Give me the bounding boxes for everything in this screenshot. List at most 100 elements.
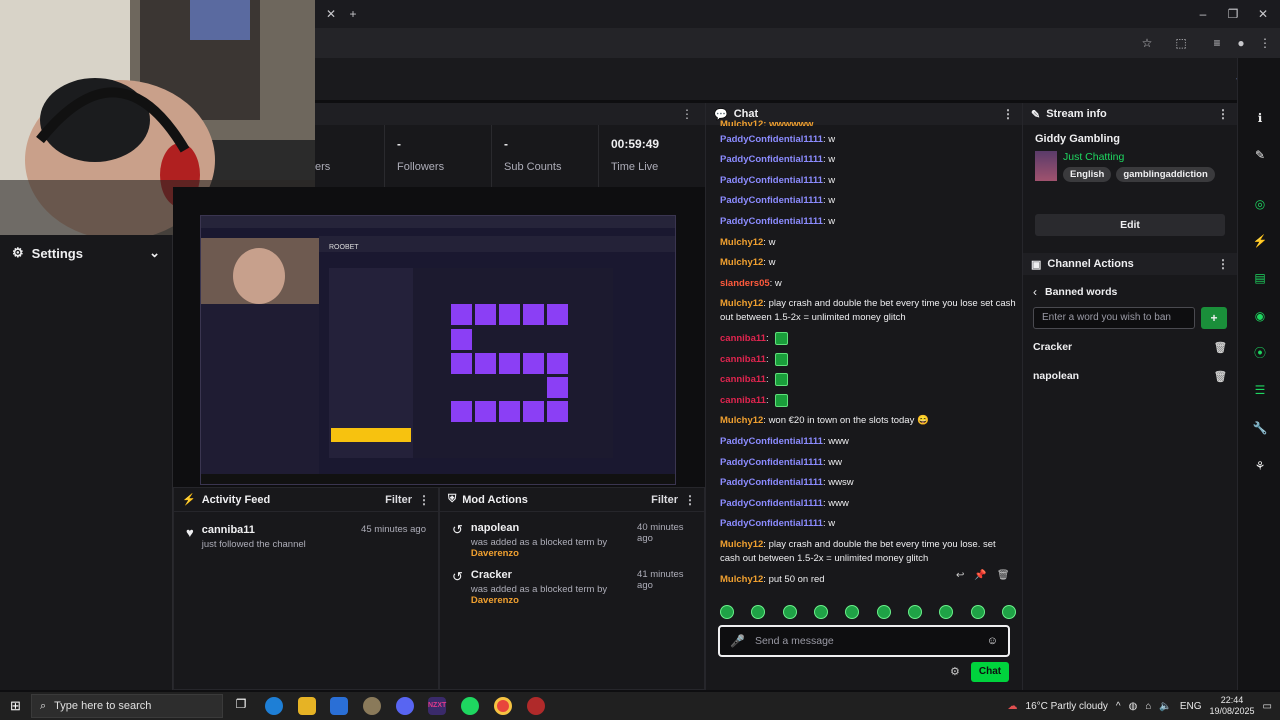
- chat-username[interactable]: canniba11: [720, 333, 766, 344]
- tag[interactable]: gamblingaddiction: [1116, 167, 1215, 182]
- stats-menu-icon[interactable]: ⋮: [681, 107, 693, 121]
- taskbar-search[interactable]: ⌕ Type here to search: [31, 694, 223, 718]
- add-word-button[interactable]: +: [1201, 307, 1227, 329]
- profile-icon[interactable]: ●: [1233, 35, 1249, 51]
- file-explorer-icon[interactable]: [298, 697, 316, 715]
- emote-shortcut-icon[interactable]: [782, 605, 797, 619]
- microphone-icon[interactable]: 🎤: [730, 634, 745, 648]
- network-icon[interactable]: ⌂: [1145, 701, 1151, 712]
- emote-shortcut-icon[interactable]: [907, 605, 922, 619]
- emote-shortcut-icon[interactable]: [845, 605, 860, 619]
- undo-icon[interactable]: ↺: [452, 522, 463, 559]
- pencil-rail-icon[interactable]: ✎: [1252, 147, 1268, 163]
- nzxt-icon[interactable]: NZXT: [428, 697, 446, 715]
- activity-user[interactable]: canniba11: [202, 524, 306, 536]
- chat-username[interactable]: PaddyConfidential1111: [720, 175, 823, 186]
- close-tab-icon[interactable]: ✕: [323, 6, 339, 22]
- bookmark-star-icon[interactable]: ☆: [1139, 35, 1155, 51]
- message-icon[interactable]: ◉: [1252, 308, 1268, 324]
- wrench-icon[interactable]: 🔧: [1252, 420, 1268, 436]
- obs-icon[interactable]: [527, 697, 545, 715]
- task-view-icon[interactable]: ❐: [232, 697, 250, 715]
- new-tab-icon[interactable]: +: [345, 6, 361, 22]
- chat-username[interactable]: PaddyConfidential1111: [720, 498, 823, 509]
- window-close-icon[interactable]: ✕: [1255, 6, 1271, 22]
- document-icon[interactable]: ▤: [1252, 270, 1268, 286]
- emote-shortcut-icon[interactable]: [813, 605, 828, 619]
- spotify-icon[interactable]: [461, 697, 479, 715]
- lang-label[interactable]: ENG: [1180, 701, 1202, 712]
- emote-shortcut-icon[interactable]: [970, 605, 985, 619]
- pin-icon[interactable]: 📌: [974, 570, 986, 581]
- chat-send-button[interactable]: Chat: [971, 662, 1009, 682]
- broadcast-icon[interactable]: ⦿: [1252, 345, 1268, 361]
- chat-username[interactable]: Mulchy12: [720, 415, 763, 426]
- focus-icon[interactable]: ◎: [1252, 196, 1268, 212]
- menu-lines-icon[interactable]: ≡: [1209, 35, 1225, 51]
- banned-words-header[interactable]: ‹ Banned words: [1033, 281, 1227, 303]
- chat-username[interactable]: PaddyConfidential1111: [720, 457, 823, 468]
- mod-by[interactable]: Daverenzo: [471, 595, 519, 606]
- chat-messages[interactable]: Mulchy12: wwwwww PaddyConfidential1111: …: [720, 119, 1016, 593]
- chat-username[interactable]: PaddyConfidential1111: [720, 134, 823, 145]
- minimize-icon[interactable]: –: [1195, 6, 1211, 22]
- undo-icon[interactable]: ↺: [452, 569, 463, 606]
- chat-username[interactable]: PaddyConfidential1111: [720, 436, 823, 447]
- notifications-icon[interactable]: ▭: [1263, 701, 1272, 712]
- chat-settings-icon[interactable]: ⚙: [950, 665, 960, 678]
- chat-username[interactable]: PaddyConfidential1111: [720, 518, 823, 529]
- chat-username[interactable]: canniba11: [720, 395, 766, 406]
- ban-word-input[interactable]: Enter a word you wish to ban: [1033, 307, 1195, 329]
- emote-shortcut-icon[interactable]: [751, 605, 766, 619]
- activity-filter-button[interactable]: Filter: [385, 494, 412, 506]
- extensions-icon[interactable]: ⬚: [1173, 35, 1189, 51]
- bolt-icon[interactable]: ⚡: [1252, 233, 1268, 249]
- store-icon[interactable]: [330, 697, 348, 715]
- chat-username[interactable]: PaddyConfidential1111: [720, 154, 823, 165]
- share-icon[interactable]: ⚘: [1252, 458, 1268, 474]
- chat-username[interactable]: slanders05: [720, 278, 770, 289]
- reply-icon[interactable]: ↩: [956, 570, 964, 581]
- channel-actions-menu-icon[interactable]: ⋮: [1217, 257, 1229, 271]
- discord-icon[interactable]: [396, 697, 414, 715]
- chat-username[interactable]: PaddyConfidential1111: [720, 477, 823, 488]
- edit-button[interactable]: Edit: [1035, 214, 1225, 236]
- emote-shortcut-icon[interactable]: [939, 605, 954, 619]
- chevron-left-icon[interactable]: ‹: [1033, 285, 1037, 299]
- emote-shortcut-icon[interactable]: [876, 605, 891, 619]
- trash-icon[interactable]: 🗑: [1214, 341, 1227, 354]
- chat-username[interactable]: PaddyConfidential1111: [720, 195, 823, 206]
- emote-shortcut-icon[interactable]: [1001, 605, 1016, 619]
- mod-by[interactable]: Daverenzo: [471, 548, 519, 559]
- activity-menu-icon[interactable]: ⋮: [418, 493, 430, 507]
- delete-icon[interactable]: 🗑: [997, 570, 1010, 581]
- tag[interactable]: English: [1063, 167, 1112, 182]
- tray-chevron-icon[interactable]: ^: [1116, 701, 1121, 712]
- mod-filter-button[interactable]: Filter: [651, 494, 678, 506]
- stream-info-menu-icon[interactable]: ⋮: [1217, 107, 1229, 121]
- settings-header[interactable]: ⚙ Settings ⌄: [0, 235, 172, 271]
- category-name[interactable]: Just Chatting: [1063, 151, 1215, 163]
- chat-username[interactable]: canniba11: [720, 354, 766, 365]
- trash-icon[interactable]: 🗑: [1214, 370, 1227, 383]
- emoji-icon[interactable]: ☺: [987, 635, 998, 647]
- maximize-icon[interactable]: ❐: [1225, 6, 1241, 22]
- clock[interactable]: 22:44 19/08/2025: [1210, 695, 1255, 717]
- emote-shortcut-icon[interactable]: [720, 605, 734, 619]
- chat-input[interactable]: 🎤 Send a message ☺: [718, 625, 1010, 657]
- chat-username[interactable]: PaddyConfidential1111: [720, 216, 823, 227]
- stream-preview[interactable]: ROOBET: [200, 215, 676, 485]
- app-icon[interactable]: [363, 697, 381, 715]
- chat-username[interactable]: Mulchy12: [720, 539, 763, 550]
- chat-username[interactable]: Mulchy12: [720, 298, 763, 309]
- info-icon[interactable]: ℹ: [1252, 110, 1268, 126]
- chrome-icon[interactable]: [494, 697, 512, 715]
- chat-username[interactable]: Mulchy12: [720, 574, 763, 585]
- chat-username[interactable]: Mulchy12: [720, 237, 763, 248]
- tray-app-icon[interactable]: ◍: [1129, 701, 1138, 712]
- windows-start-icon[interactable]: ⊞: [10, 698, 21, 714]
- mod-menu-icon[interactable]: ⋮: [684, 493, 696, 507]
- browser-menu-icon[interactable]: ⋮: [1257, 35, 1273, 51]
- chat-username[interactable]: canniba11: [720, 374, 766, 385]
- list-icon[interactable]: ☰: [1252, 382, 1268, 398]
